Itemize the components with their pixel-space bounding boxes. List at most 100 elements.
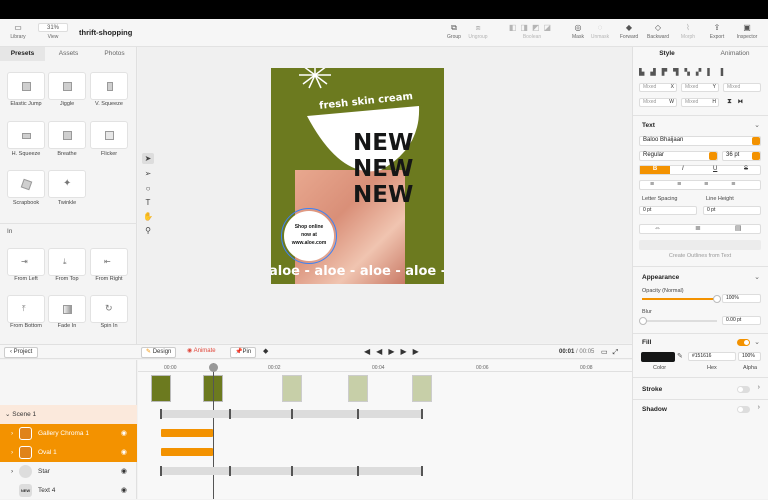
tab-animation[interactable]: Animation [701, 47, 768, 61]
scene-row[interactable]: ⌄ Scene 1 [0, 405, 137, 424]
new-text[interactable]: NEW NEW NEW [353, 130, 413, 208]
preset-jiggle[interactable] [48, 72, 86, 100]
preset-from-left[interactable]: ⇥ [7, 248, 45, 276]
rewind-icon[interactable]: ◀◀ [364, 347, 388, 356]
fast-forward-icon[interactable]: ▶▶ [400, 347, 424, 356]
frame-thumbnail[interactable] [282, 375, 302, 402]
unmask-button[interactable]: ◌ Unmask [588, 23, 612, 40]
preset-h-squeeze[interactable] [7, 121, 45, 149]
frame-thumbnail[interactable] [151, 375, 171, 402]
shadow-toggle[interactable] [737, 406, 750, 413]
font-size-select[interactable]: 36 pt [722, 151, 761, 161]
keyframe[interactable] [421, 409, 423, 419]
x-field[interactable]: Mixed X [639, 83, 677, 92]
layer-text[interactable]: NEW Text 4 ◉ [0, 481, 137, 500]
eyedropper-icon[interactable]: ✎ [677, 352, 683, 360]
keyframe[interactable] [160, 409, 162, 419]
group-button[interactable]: ⧉ Group [444, 23, 464, 40]
playback-controls[interactable]: ◀◀▶▶▶ [364, 347, 425, 356]
backward-button[interactable]: ◇ Backward [643, 23, 673, 40]
width-field[interactable]: Mixed W [639, 98, 677, 107]
bold-button[interactable]: B [640, 166, 670, 174]
eye-icon[interactable]: ◉ [121, 443, 127, 462]
oval-track-bar[interactable] [161, 448, 213, 456]
layer-gallery-chroma[interactable]: › Gallery Chroma 1 ◉ [0, 424, 137, 443]
chevron-down-icon[interactable]: ⌄ [754, 273, 760, 281]
keyframe[interactable] [229, 409, 231, 419]
zoom-control[interactable]: 31% View [36, 23, 70, 40]
preset-twinkle[interactable]: ✦ [48, 170, 86, 198]
playhead[interactable] [213, 363, 214, 499]
forward-button[interactable]: ◆ Forward [617, 23, 641, 40]
frame-thumbnail[interactable] [412, 375, 432, 402]
preset-from-bottom[interactable]: ⤒ [7, 295, 45, 323]
preset-fade-in[interactable] [48, 295, 86, 323]
design-mode-button[interactable]: ✎ Design [141, 347, 177, 358]
text-align-buttons[interactable]: ≡≡≡≡ [639, 180, 761, 190]
preset-elastic-jump[interactable] [7, 72, 45, 100]
blur-slider-knob[interactable] [639, 317, 647, 325]
tab-presets[interactable]: Presets [0, 47, 45, 61]
preset-from-top[interactable]: ⤓ [48, 248, 86, 276]
chevron-down-icon[interactable]: ⌄ [754, 338, 760, 346]
outline-button-icon[interactable] [639, 240, 761, 250]
morph-button[interactable]: ⌇ Morph [677, 23, 699, 40]
tab-assets[interactable]: Assets [46, 47, 91, 61]
tab-style[interactable]: Style [633, 47, 701, 61]
underline-button[interactable]: U [713, 166, 717, 172]
stroke-toggle[interactable] [737, 386, 750, 393]
keyframe[interactable] [357, 409, 359, 419]
view-icons[interactable]: ▭⤢ [601, 348, 623, 357]
chevron-down-icon[interactable]: ⌄ [754, 121, 760, 129]
pin-button[interactable]: 📌Pin [230, 347, 257, 358]
line-height-field[interactable]: 0 pt [703, 206, 761, 215]
hand-tool-icon[interactable]: ✋ [142, 211, 154, 222]
animate-mode-button[interactable]: ◉ Animate [183, 347, 220, 358]
export-button[interactable]: ⇪ Export [705, 23, 729, 40]
keyframe[interactable] [421, 466, 423, 476]
zoom-tool-icon[interactable]: ⚲ [142, 225, 154, 236]
flip-icons[interactable]: ⧗⧓ [727, 98, 749, 106]
library-button[interactable]: ▭ Library [6, 23, 30, 40]
layer-oval[interactable]: › Oval 1 ◉ [0, 443, 137, 462]
font-family-select[interactable]: Baloo Bhaijaan [639, 136, 761, 146]
blur-slider[interactable] [639, 317, 717, 325]
keyframe[interactable] [229, 466, 231, 476]
opacity-slider-knob[interactable] [713, 295, 721, 303]
text-box-buttons[interactable]: ⇔≣▤ [639, 224, 761, 234]
preset-v-squeeze[interactable] [90, 72, 128, 100]
gallery-track-bar[interactable] [161, 429, 213, 437]
direct-select-tool-icon[interactable]: ➢ [142, 168, 154, 179]
keyframe[interactable] [160, 466, 162, 476]
preset-breathe[interactable] [48, 121, 86, 149]
select-tool-icon[interactable]: ➤ [142, 153, 154, 164]
keyframe[interactable] [357, 466, 359, 476]
chevron-right-icon[interactable]: › [11, 424, 13, 443]
opacity-field[interactable]: 100% [722, 294, 761, 303]
ellipse-tool-icon[interactable]: ○ [142, 183, 154, 194]
preset-scrapbook[interactable] [7, 170, 45, 198]
inspector-button[interactable]: ▣ Inspector [732, 23, 762, 40]
layer-star[interactable]: › Star ◉ [0, 462, 137, 481]
eye-icon[interactable]: ◉ [121, 424, 127, 443]
italic-button[interactable]: I [682, 166, 684, 172]
playhead-handle[interactable] [209, 363, 218, 372]
opacity-slider[interactable] [642, 295, 721, 303]
rotation-field[interactable]: Mixed [723, 83, 761, 92]
fill-toggle[interactable] [737, 339, 750, 346]
fill-color-swatch[interactable] [641, 352, 675, 362]
blur-field[interactable]: 0.00 pt [722, 316, 761, 325]
boolean-button[interactable]: ◧◨◩◪ Boolean [497, 23, 567, 40]
chevron-right-icon[interactable]: › [11, 462, 13, 481]
mask-button[interactable]: ◎ Mask [570, 23, 586, 40]
font-weight-select[interactable]: Regular [639, 151, 718, 161]
height-field[interactable]: Mixed H [681, 98, 719, 107]
project-button[interactable]: ‹ Project [4, 347, 39, 358]
eye-icon[interactable]: ◉ [121, 462, 127, 481]
align-icons[interactable]: ▙▟▛▜▚▞▌▐ [639, 68, 761, 76]
play-icon[interactable]: ▶ [388, 347, 400, 356]
keyframe[interactable] [291, 466, 293, 476]
strikethrough-button[interactable]: S [744, 166, 748, 172]
chevron-right-icon[interactable]: › [758, 384, 760, 391]
y-field[interactable]: Mixed Y [681, 83, 719, 92]
